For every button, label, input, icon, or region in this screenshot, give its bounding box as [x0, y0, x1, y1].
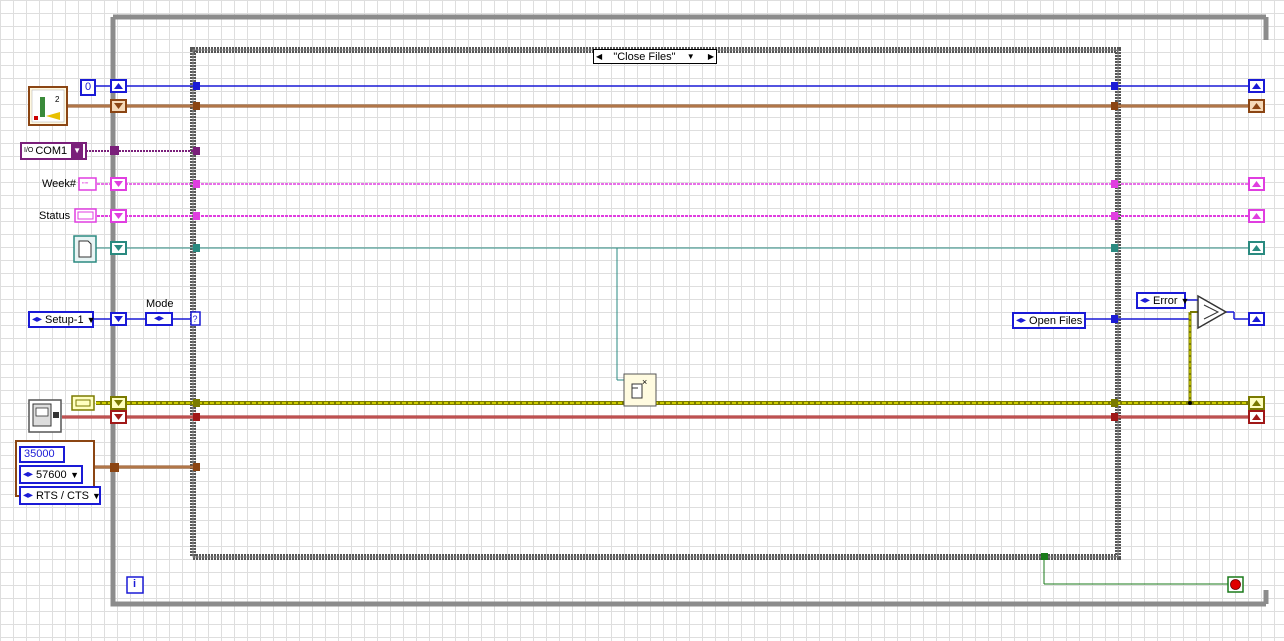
shift-register-left-week	[110, 177, 127, 191]
select-primitive-icon[interactable]	[1197, 294, 1228, 330]
status-label: Status	[39, 210, 71, 222]
chevron-down-icon[interactable]: ▼	[1181, 294, 1190, 308]
svg-text:?: ?	[193, 314, 198, 324]
open-files-enum-constant[interactable]: ◂▸ Open Files	[1012, 312, 1086, 329]
enum-arrow-icon: ◂▸	[23, 489, 34, 501]
case-increment-button[interactable]: ▶	[706, 52, 716, 61]
mode-label: Mode	[146, 298, 174, 310]
shift-register-right-red	[1248, 410, 1265, 424]
iteration-label: i	[133, 578, 137, 590]
case-selector[interactable]: ◀ "Close Files" ▼ ▶	[593, 49, 717, 64]
shift-register-left-state	[110, 312, 127, 326]
error-enum-value: Error	[1153, 294, 1178, 307]
case-structure[interactable]	[190, 47, 1121, 560]
visa-resource-value: COM1	[35, 145, 68, 157]
error-cluster-icon[interactable]	[71, 395, 95, 411]
shift-register-left-index	[110, 79, 127, 93]
case-decrement-button[interactable]: ◀	[594, 52, 604, 61]
enum-arrow-icon: ◂▸	[32, 313, 43, 325]
chevron-down-icon[interactable]: ▼	[92, 489, 101, 503]
wires	[62, 85, 1260, 585]
close-file-icon[interactable]: ×	[623, 373, 657, 407]
chevron-down-icon[interactable]: ▼	[87, 313, 96, 327]
week-label: Week#	[42, 178, 77, 190]
flow-control-enum[interactable]: ◂▸ RTS / CTS ▼	[19, 486, 101, 505]
baud-enum[interactable]: ◂▸ 57600 ▼	[19, 465, 83, 484]
shift-register-right-error	[1248, 396, 1265, 410]
svg-text:"'": "'"	[82, 182, 89, 189]
enum-arrow-icon: ◂▸	[153, 313, 165, 324]
block-diagram: ? 2 "'" ×	[28, 14, 1269, 607]
shift-register-left-error	[110, 396, 127, 410]
setup-enum-value: Setup-1	[45, 313, 84, 326]
sequence-subvi-icon[interactable]: 2	[28, 86, 68, 126]
baud-value: 57600	[36, 468, 67, 481]
shift-register-left-status	[110, 209, 127, 223]
shift-register-right-status	[1248, 209, 1265, 223]
shift-register-right-index	[1248, 79, 1265, 93]
timeout-constant[interactable]: 35000	[19, 446, 65, 463]
file-refnum-icon[interactable]	[73, 235, 97, 263]
case-selector-terminal[interactable]: ?	[190, 311, 201, 326]
svg-text:2: 2	[55, 95, 60, 104]
enum-arrow-icon: ◂▸	[1140, 294, 1151, 306]
stop-terminal-icon[interactable]	[1227, 576, 1244, 593]
index-constant[interactable]: 0	[80, 79, 97, 96]
shift-register-right-state	[1248, 312, 1265, 326]
shift-register-right-file	[1248, 241, 1265, 255]
shift-register-left-file	[110, 241, 127, 255]
visa-prefix-icon: I/O	[24, 147, 34, 154]
shift-register-right-ref	[1248, 99, 1265, 113]
shift-register-left-red	[110, 410, 127, 424]
chevron-down-icon[interactable]: ▼	[70, 468, 79, 482]
mode-enum-terminal[interactable]: ◂▸	[145, 312, 173, 326]
enum-arrow-icon: ◂▸	[1016, 314, 1027, 326]
case-selector-label: "Close Files"	[613, 50, 676, 63]
case-bottom-tunnel	[1041, 553, 1048, 560]
case-dropdown-button[interactable]: ▼	[685, 52, 697, 61]
enum-arrow-icon: ◂▸	[23, 468, 34, 480]
shift-register-right-week	[1248, 177, 1265, 191]
flow-control-value: RTS / CTS	[36, 489, 90, 502]
setup-enum-constant[interactable]: ◂▸ Setup-1 ▼	[28, 311, 96, 328]
serial-device-icon[interactable]	[28, 399, 62, 433]
error-enum-constant[interactable]: ◂▸ Error ▼	[1136, 292, 1189, 309]
right-shift-registers[interactable]	[1248, 79, 1265, 424]
week-terminal-icon[interactable]: "'"	[78, 177, 97, 191]
visa-resource-constant[interactable]: I/O COM1 ▼	[20, 142, 88, 160]
svg-text:×: ×	[642, 377, 647, 387]
chevron-down-icon[interactable]: ▼	[71, 144, 84, 158]
shift-register-left-ref	[110, 99, 127, 113]
status-terminal-icon[interactable]	[74, 208, 97, 223]
serial-config-cluster[interactable]: 35000 ◂▸ 57600 ▼ ◂▸ RTS / CTS ▼	[15, 440, 101, 505]
open-files-enum-value: Open Files	[1029, 314, 1083, 327]
